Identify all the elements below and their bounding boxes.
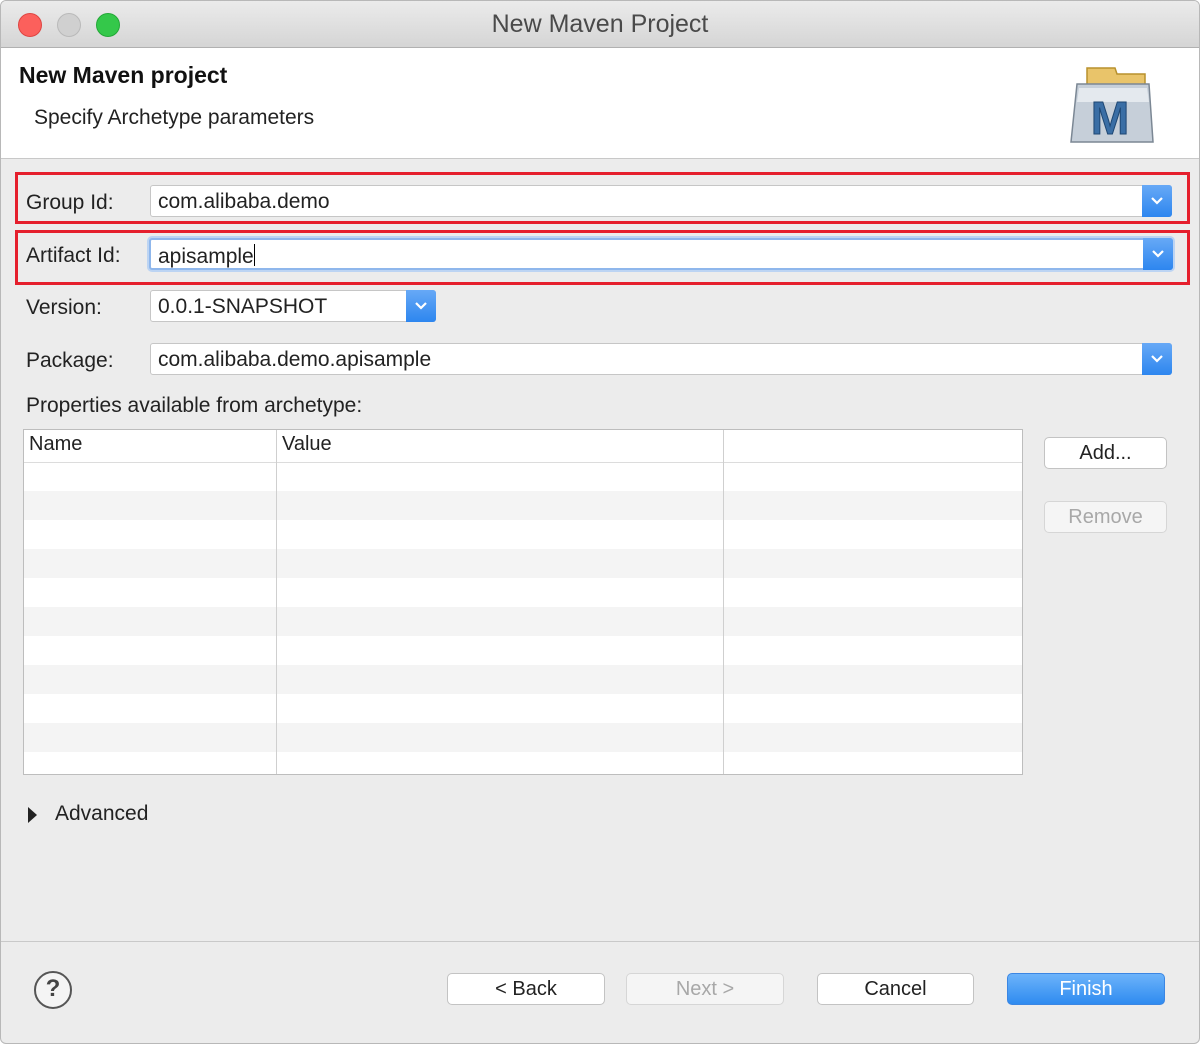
- footer-divider: [1, 941, 1199, 942]
- advanced-toggle[interactable]: Advanced: [55, 802, 148, 826]
- artifact-id-dropdown-button[interactable]: [1143, 238, 1173, 270]
- table-header: Name Value: [24, 430, 1022, 463]
- maven-logo-letter: M: [1091, 92, 1129, 144]
- version-dropdown-button[interactable]: [406, 290, 436, 322]
- column-header-name[interactable]: Name: [29, 433, 82, 456]
- column-divider: [723, 430, 724, 774]
- chevron-down-icon: [1151, 197, 1163, 205]
- package-value: com.alibaba.demo.apisample: [158, 348, 432, 371]
- finish-button[interactable]: Finish: [1007, 973, 1165, 1005]
- version-value: 0.0.1-SNAPSHOT: [158, 295, 328, 318]
- group-id-dropdown-button[interactable]: [1142, 185, 1172, 217]
- properties-table[interactable]: Name Value: [23, 429, 1023, 775]
- table-row[interactable]: [24, 491, 1022, 520]
- window-title: New Maven Project: [491, 10, 709, 38]
- table-row[interactable]: [24, 607, 1022, 636]
- remove-property-button[interactable]: Remove: [1044, 501, 1167, 533]
- dialog-window: New Maven Project New Maven project Spec…: [0, 0, 1200, 1044]
- help-icon[interactable]: ?: [34, 971, 72, 1009]
- chevron-down-icon: [1152, 250, 1164, 258]
- add-property-button[interactable]: Add...: [1044, 437, 1167, 469]
- table-row[interactable]: [24, 723, 1022, 752]
- page-subtitle: Specify Archetype parameters: [34, 106, 315, 129]
- wizard-header: New Maven project Specify Archetype para…: [1, 48, 1199, 159]
- text-cursor: [253, 244, 255, 266]
- properties-label: Properties available from archetype:: [26, 394, 363, 417]
- chevron-down-icon: [415, 302, 427, 310]
- column-divider: [276, 430, 277, 774]
- version-label: Version:: [26, 296, 102, 319]
- group-id-combo[interactable]: com.alibaba.demo: [150, 185, 1172, 217]
- column-header-value[interactable]: Value: [282, 433, 332, 456]
- chevron-down-icon: [1151, 355, 1163, 363]
- maven-logo-icon: M: [1070, 67, 1154, 145]
- disclosure-triangle-icon[interactable]: [28, 807, 37, 823]
- page-title: New Maven project: [19, 62, 228, 88]
- package-dropdown-button[interactable]: [1142, 343, 1172, 375]
- back-button[interactable]: < Back: [447, 973, 605, 1005]
- cancel-button[interactable]: Cancel: [817, 973, 974, 1005]
- artifact-id-combo[interactable]: apisample: [149, 238, 1173, 270]
- group-id-value: com.alibaba.demo: [158, 190, 330, 213]
- title-bar: New Maven Project: [1, 1, 1199, 48]
- next-button[interactable]: Next >: [626, 973, 784, 1005]
- table-row[interactable]: [24, 665, 1022, 694]
- artifact-id-label: Artifact Id:: [26, 244, 121, 267]
- table-row[interactable]: [24, 549, 1022, 578]
- artifact-id-value: apisample: [158, 245, 254, 268]
- group-id-label: Group Id:: [26, 191, 114, 214]
- package-combo[interactable]: com.alibaba.demo.apisample: [150, 343, 1172, 375]
- version-combo[interactable]: 0.0.1-SNAPSHOT: [150, 290, 436, 322]
- package-label: Package:: [26, 349, 114, 372]
